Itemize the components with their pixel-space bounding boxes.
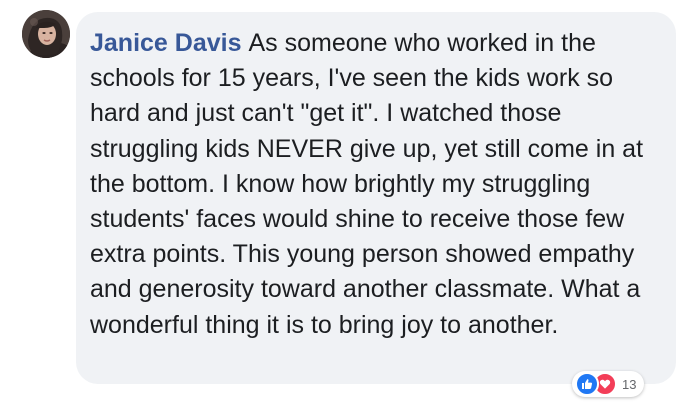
comment-text: As someone who worked in the schools for… <box>90 29 644 339</box>
reaction-count: 13 <box>622 376 637 392</box>
reactions-summary[interactable]: 13 <box>572 371 645 397</box>
like-icon <box>575 372 599 396</box>
avatar[interactable] <box>22 10 70 58</box>
comment-bubble: Janice Davis As someone who worked in the… <box>76 12 676 384</box>
avatar-photo <box>22 10 70 58</box>
comment: Janice Davis As someone who worked in the… <box>0 0 700 409</box>
comment-body: Janice Davis As someone who worked in the… <box>90 26 656 343</box>
author-name[interactable]: Janice Davis <box>90 29 242 57</box>
